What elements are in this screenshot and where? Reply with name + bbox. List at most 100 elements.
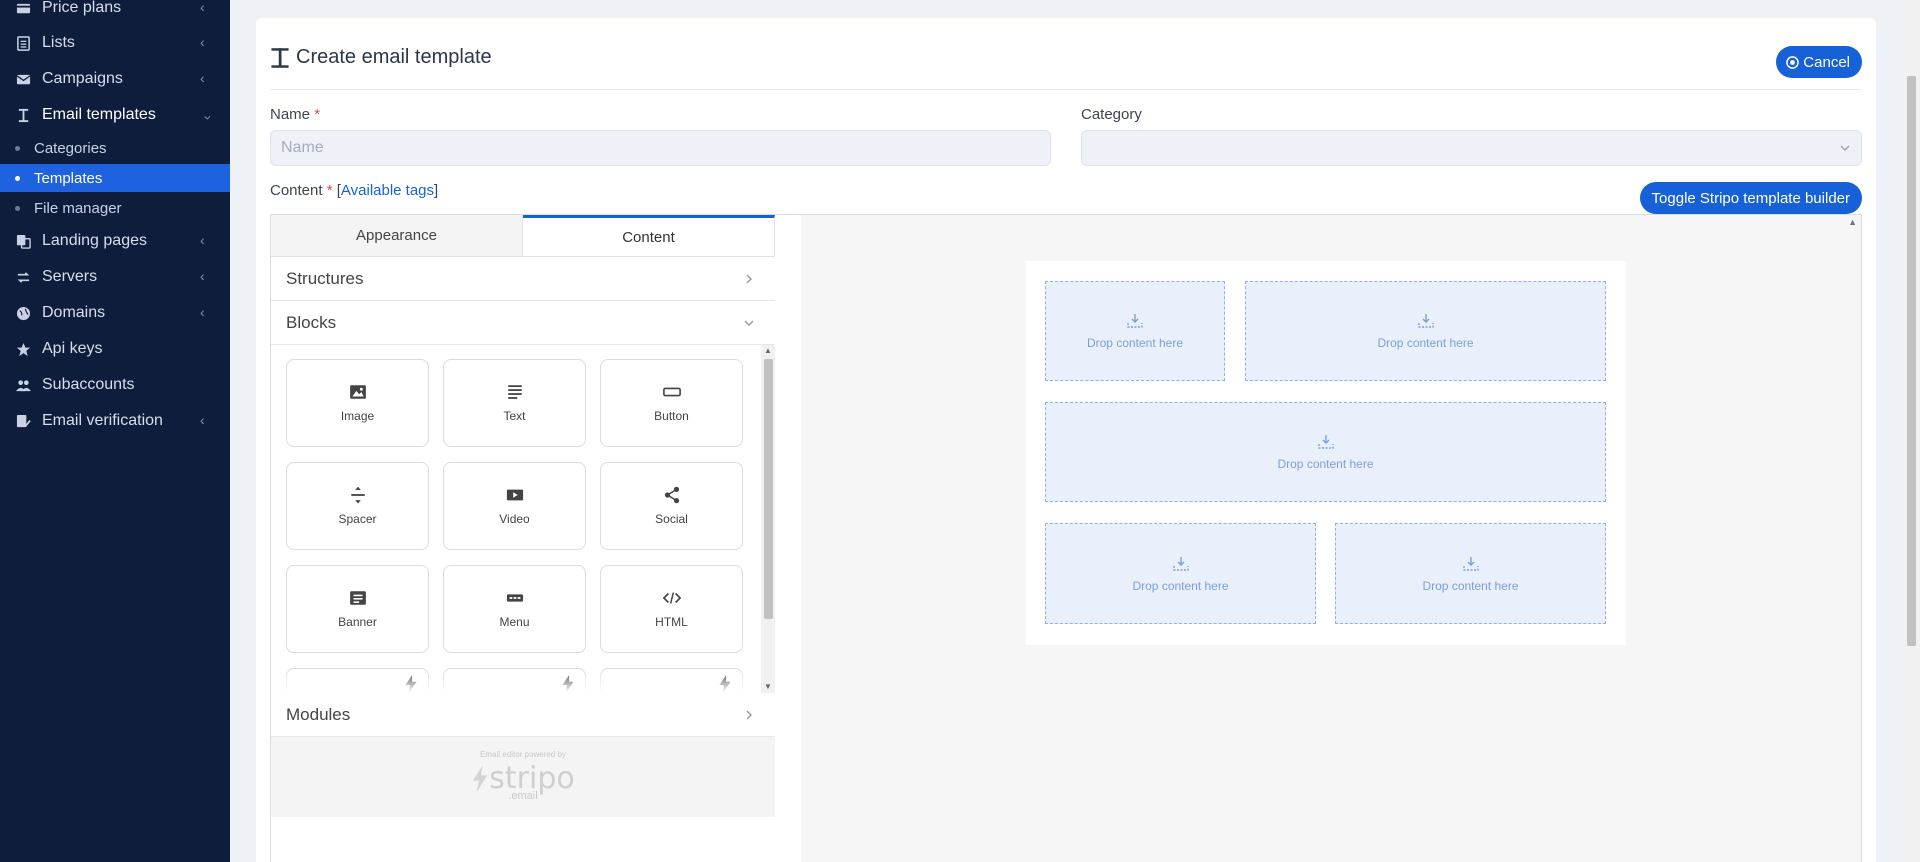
chevron-left-icon: ‹ <box>200 0 205 15</box>
block-social[interactable]: Social <box>600 462 743 550</box>
sidebar: Price plans ‹ Lists ‹ Campaigns ‹ Email … <box>0 0 230 862</box>
section-modules[interactable]: Modules <box>271 693 775 737</box>
sidebar-item-api-keys[interactable]: Api keys <box>0 334 230 364</box>
sidebar-item-label: Campaigns <box>42 70 123 87</box>
globe-icon <box>14 304 32 322</box>
sidebar-item-email-templates[interactable]: Email templates ‹ <box>0 100 230 130</box>
check-file-icon <box>14 412 32 430</box>
cancel-button[interactable]: Cancel <box>1776 46 1862 78</box>
sidebar-subitem-templates[interactable]: Templates <box>0 164 230 192</box>
block-image[interactable]: Image <box>286 359 429 447</box>
drop-zone[interactable]: Drop content here <box>1335 523 1606 624</box>
tab-appearance[interactable]: Appearance <box>271 215 523 256</box>
chevron-left-icon: ‹ <box>200 268 205 284</box>
sidebar-item-domains[interactable]: Domains ‹ <box>0 298 230 328</box>
sidebar-item-email-verification[interactable]: Email verification ‹ <box>0 406 230 436</box>
required-mark: * <box>326 182 333 199</box>
page-scrollbar[interactable] <box>1903 0 1920 862</box>
drop-text: Drop content here <box>1132 578 1229 593</box>
sidebar-item-label: Servers <box>42 268 98 285</box>
required-mark: * <box>314 106 321 123</box>
block-spacer[interactable]: Spacer <box>286 462 429 550</box>
blocks-scrollbar[interactable]: ▲ ▼ <box>761 345 775 693</box>
content-label: Content * [Available tags] <box>270 182 438 199</box>
drop-zone[interactable]: Drop content here <box>1045 402 1606 502</box>
sidebar-item-subaccounts[interactable]: Subaccounts <box>0 370 230 400</box>
drop-text: Drop content here <box>1422 578 1519 593</box>
spacer-icon <box>350 486 365 504</box>
block-image-label: Image <box>340 409 375 423</box>
list-icon <box>14 34 32 52</box>
editor-tabs: Appearance Content <box>271 215 775 257</box>
main-card: Create email template Cancel Name * Name… <box>256 18 1876 862</box>
content-label-text: Content <box>270 182 323 199</box>
text-lines-icon <box>507 385 522 399</box>
category-label: Category <box>1081 106 1142 123</box>
category-select[interactable] <box>1081 130 1862 166</box>
sidebar-subitem-file-manager[interactable]: File manager <box>0 194 230 222</box>
download-icon <box>1417 314 1434 328</box>
menu-icon <box>506 594 523 602</box>
sidebar-item-label: Api keys <box>42 340 103 357</box>
page-title: Create email template <box>270 46 492 69</box>
block-html[interactable]: HTML <box>600 565 743 653</box>
scroll-down-icon[interactable]: ▼ <box>764 683 772 691</box>
divider <box>270 89 1862 90</box>
stripo-bolt-icon <box>473 765 488 792</box>
section-blocks[interactable]: Blocks <box>271 301 775 345</box>
editor-scroll-up-icon[interactable]: ▲ <box>1848 217 1857 227</box>
block-html-label: HTML <box>655 615 688 629</box>
cancel-label: Cancel <box>1803 53 1850 71</box>
powered-by-text: Email editor powered by <box>480 750 566 759</box>
section-blocks-label: Blocks <box>286 312 337 332</box>
block-menu-label: Menu <box>499 615 530 629</box>
bullet-icon <box>15 175 20 181</box>
chevron-right-icon <box>746 710 752 720</box>
block-button[interactable]: Button <box>600 359 743 447</box>
section-structures[interactable]: Structures <box>271 257 775 301</box>
name-label: Name * <box>270 106 320 123</box>
sidebar-item-servers[interactable]: Servers ‹ <box>0 262 230 292</box>
block-video-label: Video <box>499 512 530 526</box>
download-icon <box>1317 435 1334 449</box>
drop-zone[interactable]: Drop content here <box>1045 523 1316 624</box>
sidebar-item-landing-pages[interactable]: Landing pages ‹ <box>0 226 230 256</box>
name-input[interactable]: Name <box>270 130 1051 166</box>
sidebar-item-label: Email verification <box>42 412 163 429</box>
sidebar-item-label: Email templates <box>42 106 156 123</box>
block-text-label: Text <box>503 409 526 423</box>
download-icon <box>1127 314 1143 328</box>
block-menu[interactable]: Menu <box>443 565 586 653</box>
sidebar-item-campaigns[interactable]: Campaigns ‹ <box>0 64 230 94</box>
toggle-stripo-button[interactable]: Toggle Stripo template builder <box>1639 182 1862 214</box>
users-icon <box>14 376 32 394</box>
sidebar-subitem-categories[interactable]: Categories <box>0 134 230 162</box>
block-video[interactable]: Video <box>443 462 586 550</box>
block-banner[interactable]: Banner <box>286 565 429 653</box>
drop-zone[interactable]: Drop content here <box>1045 281 1225 381</box>
sidebar-item-lists[interactable]: Lists ‹ <box>0 28 230 58</box>
tab-content[interactable]: Content <box>523 215 775 256</box>
drop-text: Drop content here <box>1277 457 1374 471</box>
scrollbar-thumb[interactable] <box>764 359 773 619</box>
scroll-up-icon[interactable]: ▲ <box>764 347 772 355</box>
button-icon <box>662 387 681 397</box>
sidebar-item-label: Landing pages <box>42 232 147 249</box>
block-spacer-label: Spacer <box>338 512 377 526</box>
page-scrollbar-thumb[interactable] <box>1907 76 1916 646</box>
chevron-left-icon: ‹ <box>200 232 205 248</box>
drop-zone[interactable]: Drop content here <box>1245 281 1606 381</box>
drop-text: Drop content here <box>1086 336 1184 350</box>
sidebar-item-price-plans[interactable]: Price plans ‹ <box>0 0 230 23</box>
chevron-down-icon: ‹ <box>198 115 214 120</box>
bullet-icon <box>15 205 20 211</box>
chevron-left-icon: ‹ <box>200 34 205 50</box>
drop-text: Drop content here <box>1377 336 1474 350</box>
available-tags-link[interactable]: Available tags <box>341 182 434 199</box>
sidebar-item-label: Price plans <box>42 0 122 16</box>
block-text[interactable]: Text <box>443 359 586 447</box>
sidebar-item-label: Subaccounts <box>42 376 135 393</box>
sidebar-subitem-label: Categories <box>34 139 107 157</box>
page-title-text: Create email template <box>296 46 492 68</box>
circle-close-icon <box>1786 55 1800 69</box>
